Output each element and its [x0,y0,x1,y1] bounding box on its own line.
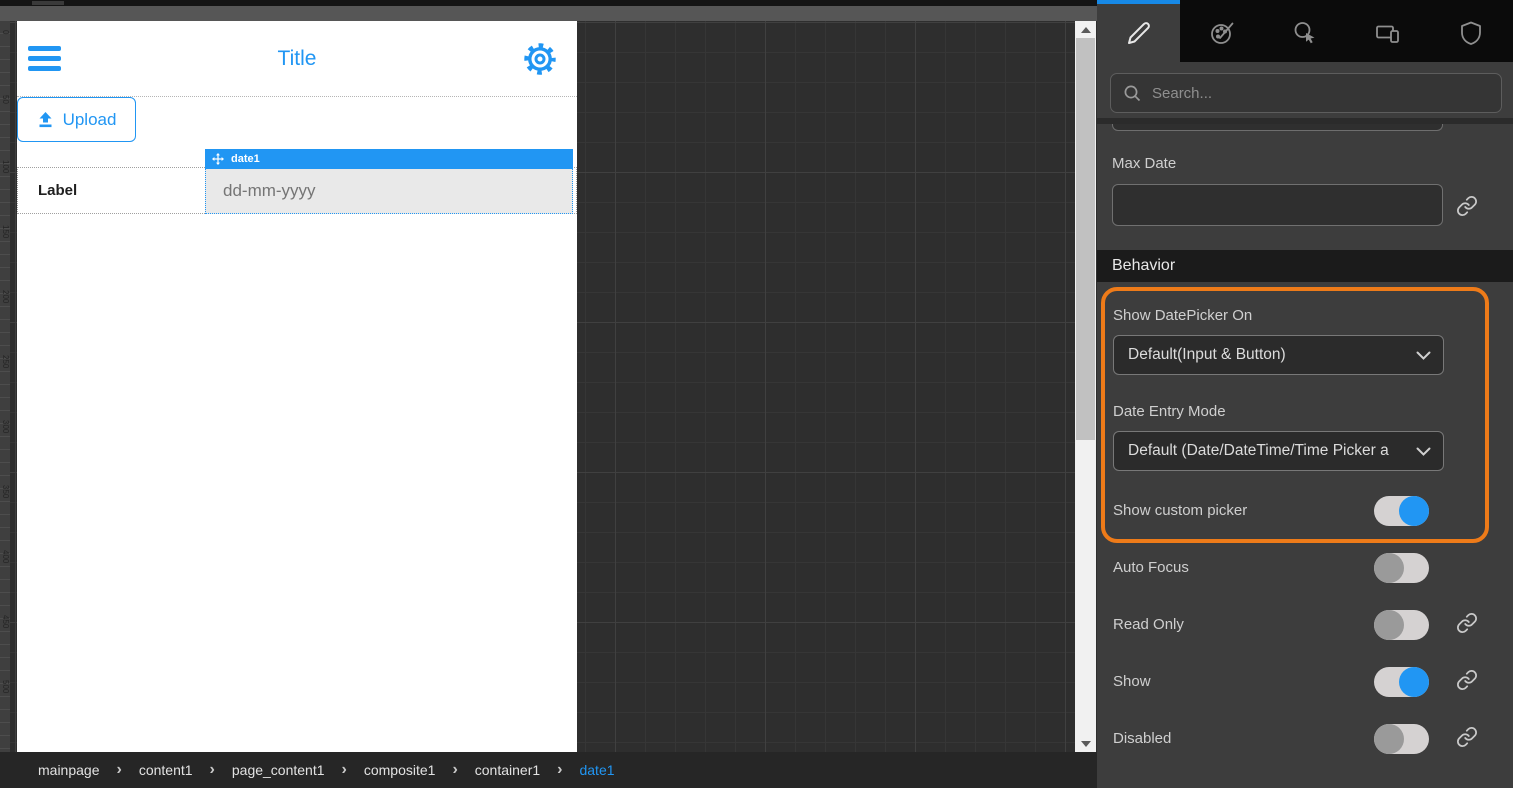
breadcrumb-item-mainpage[interactable]: mainpage [38,762,100,778]
auto-focus-label: Auto Focus [1113,559,1189,576]
selected-date-widget[interactable]: date1 dd-mm-yyyy [205,149,573,214]
devices-icon [1374,20,1402,46]
ruler-mark: 0 [1,30,10,34]
inspect-icon [1292,20,1318,46]
breadcrumb-item-composite1[interactable]: composite1 [364,762,436,778]
tab-inspect[interactable] [1263,0,1346,62]
app-root: 0 50 100 150 200 250 300 350 400 450 500… [0,0,1513,788]
scroll-down-button[interactable] [1075,735,1096,752]
ruler-mark: 450 [1,615,10,628]
breadcrumb-item-content1[interactable]: content1 [139,762,193,778]
property-search [1110,73,1502,113]
widget-selection-bar[interactable]: date1 [205,149,573,169]
date-entry-mode-select[interactable]: Default (Date/DateTime/Time Picker a [1113,431,1444,471]
breadcrumb-item-page-content1[interactable]: page_content1 [232,762,325,778]
triangle-down-icon [1081,741,1091,747]
preview-header[interactable]: Title [17,21,577,97]
ruler-mark: 400 [1,550,10,563]
ruler-mark: 300 [1,420,10,433]
tab-security[interactable] [1430,0,1513,62]
widget-name-badge: date1 [231,153,260,165]
ruler-mark: 200 [1,290,10,303]
properties-panel: Max Date Behavior Show DatePicker On Def… [1097,0,1513,788]
date-entry-mode-label: Date Entry Mode [1113,403,1226,420]
move-icon [212,153,224,165]
read-only-toggle[interactable] [1374,610,1429,640]
vertical-scroll-thumb[interactable] [1076,38,1095,440]
field-label[interactable]: Label [38,168,77,213]
max-date-label: Max Date [1112,155,1176,172]
section-divider [1097,118,1513,124]
gear-icon[interactable] [523,42,557,76]
ruler-mark: 500 [1,680,10,693]
chevron-right-icon [342,761,347,779]
upload-button-label: Upload [63,110,117,130]
auto-focus-toggle[interactable] [1374,553,1429,583]
date-entry-mode-value: Default (Date/DateTime/Time Picker a [1128,442,1389,459]
tab-styles[interactable] [1180,0,1263,62]
upload-icon [37,112,54,128]
show-custom-picker-toggle[interactable] [1374,496,1429,526]
breadcrumb-item-date1[interactable]: date1 [579,762,614,778]
panel-tab-bar [1097,0,1513,62]
max-date-input[interactable] [1112,184,1443,226]
ruler-mark: 150 [1,225,10,238]
tab-properties[interactable] [1097,0,1180,62]
page-preview: Title Upload Label [17,21,577,752]
link-icon[interactable] [1456,612,1478,634]
link-icon[interactable] [1456,195,1478,217]
ruler-mark: 100 [1,160,10,173]
show-label: Show [1113,673,1151,690]
chevron-down-icon [1416,447,1431,457]
upload-button[interactable]: Upload [17,97,136,142]
preview-page-title[interactable]: Title [17,21,577,97]
chevron-right-icon [452,761,457,779]
read-only-label: Read Only [1113,616,1184,633]
search-icon [1123,84,1142,103]
disabled-label: Disabled [1113,730,1171,747]
top-ruler [0,6,1097,21]
show-toggle[interactable] [1374,667,1429,697]
link-icon[interactable] [1456,726,1478,748]
ruler-mark: 50 [1,95,10,104]
security-icon [1459,20,1483,46]
chevron-down-icon [1416,351,1431,361]
design-stage: 0 50 100 150 200 250 300 350 400 450 500… [0,0,1097,788]
show-custom-picker-label: Show custom picker [1113,502,1247,519]
tab-devices[interactable] [1347,0,1430,62]
scroll-up-button[interactable] [1075,21,1096,38]
date-input-field[interactable]: dd-mm-yyyy [205,169,573,214]
show-datepicker-on-select[interactable]: Default(Input & Button) [1113,335,1444,375]
link-icon[interactable] [1456,669,1478,691]
breadcrumb: mainpage content1 page_content1 composit… [0,752,1097,788]
behavior-section-title: Behavior [1112,250,1175,282]
ruler-mark: 250 [1,355,10,368]
pencil-icon [1127,21,1151,45]
disabled-toggle[interactable] [1374,724,1429,754]
horizontal-scroll-thumb[interactable] [32,1,64,5]
chevron-right-icon [117,761,122,779]
chevron-right-icon [210,761,215,779]
canvas-vertical-scrollbar[interactable] [1075,21,1096,752]
theme-palette-icon [1209,20,1235,46]
show-datepicker-on-label: Show DatePicker On [1113,307,1252,324]
breadcrumb-item-container1[interactable]: container1 [475,762,540,778]
search-input[interactable] [1152,85,1501,102]
triangle-up-icon [1081,27,1091,33]
chevron-right-icon [557,761,562,779]
show-datepicker-on-value: Default(Input & Button) [1128,346,1286,363]
behavior-section-header[interactable]: Behavior [1097,250,1513,282]
left-ruler: 0 50 100 150 200 250 300 350 400 450 500 [0,21,10,752]
ruler-mark: 350 [1,485,10,498]
